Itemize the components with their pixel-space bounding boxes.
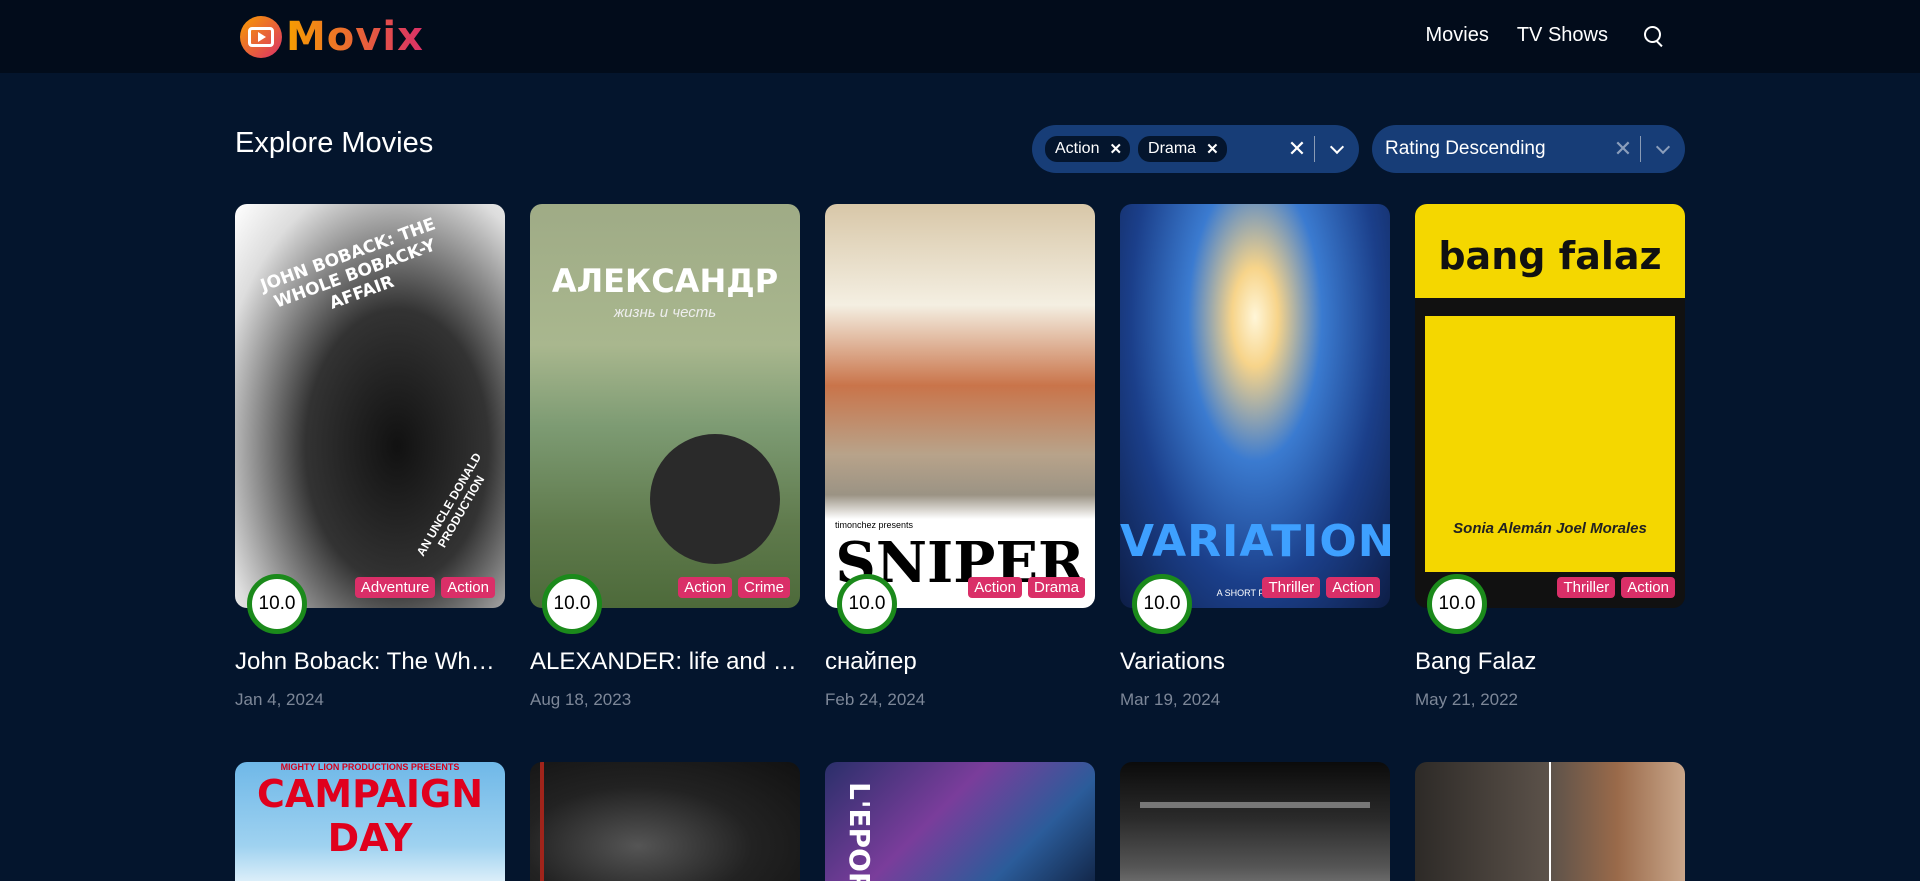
release-date: Feb 24, 2024 [825, 690, 926, 709]
remove-chip-icon[interactable]: ✕ [1206, 140, 1219, 158]
movie-title[interactable]: снайпер [825, 648, 1095, 676]
movie-poster[interactable]: JOHN BOBACK: THE WHOLE BOBACK-Y AFFAIR A… [235, 204, 505, 634]
poster-title: JOHN BOBACK: THE WHOLE BOBACK-Y AFFAIR [258, 214, 439, 314]
release-date: Mar 19, 2024 [1120, 690, 1221, 709]
poster-subtitle: жизнь и честь [613, 304, 717, 321]
poster-image: JOHN BOBACK: THE WHOLE BOBACK-Y AFFAIR A… [235, 204, 505, 608]
rating-value: 10.0 [258, 593, 296, 614]
poster-subtitle: MIGHTY LION PRODUCTIONS PRESENTS [280, 762, 460, 772]
movie-poster[interactable]: bang falaz Sonia Alemán Joel Morales Thr… [1415, 204, 1685, 634]
page-title: Explore Movies [235, 127, 434, 159]
release-date: Jan 4, 2024 [235, 690, 324, 709]
sort-filter[interactable]: Rating Descending ✕ [1372, 125, 1685, 173]
rating-circle: 10.0 [837, 574, 897, 634]
movie-card[interactable] [530, 762, 800, 881]
movie-card[interactable] [1415, 762, 1685, 881]
logo-text: Movix [286, 14, 424, 60]
poster-title: АЛЕКСАНДР [551, 262, 779, 300]
movie-poster[interactable]: timonchez presents SNIPER Action Drama 1… [825, 204, 1095, 634]
rating-circle: 10.0 [1427, 574, 1487, 634]
rating-circle: 10.0 [542, 574, 602, 634]
genre-tag: Thriller [1262, 577, 1321, 598]
genre-tag: Thriller [1557, 577, 1616, 598]
logo[interactable]: Movix [240, 14, 424, 60]
movie-card[interactable]: JOHN BOBACK: THE WHOLE BOBACK-Y AFFAIR A… [235, 204, 505, 709]
remove-chip-icon[interactable]: ✕ [1109, 140, 1122, 158]
rating-circle: 10.0 [247, 574, 307, 634]
genre-tag: Action [1621, 577, 1675, 598]
genre-tag: Adventure [354, 577, 436, 598]
movie-poster[interactable]: АЛЕКСАНДР жизнь и честь Action Crime 10.… [530, 204, 800, 634]
movie-card[interactable]: timonchez presents SNIPER Action Drama 1… [825, 204, 1095, 709]
nav-menu: Movies TV Shows [1425, 24, 1664, 47]
poster-subtitle: AN UNCLE DONALD PRODUCTION [413, 450, 488, 559]
genre-tag: Action [678, 577, 732, 598]
movie-card[interactable] [1120, 762, 1390, 881]
genre-tags: Thriller Action [1557, 577, 1675, 598]
release-date: Aug 18, 2023 [530, 690, 632, 709]
genre-tags: Adventure Action [354, 577, 495, 598]
genre-tag: Crime [738, 577, 790, 598]
nav-tv-shows[interactable]: TV Shows [1517, 24, 1608, 47]
rating-value: 10.0 [848, 593, 886, 614]
movie-card[interactable]: L'EPOP [825, 762, 1095, 881]
poster-image: timonchez presents SNIPER [825, 204, 1095, 608]
genre-tag: Drama [1027, 577, 1085, 598]
clear-icon[interactable]: ✕ [1280, 136, 1314, 162]
rating-value: 10.0 [1438, 593, 1476, 614]
genre-chip: Action ✕ [1045, 136, 1131, 162]
genre-chips: Action ✕ Drama ✕ [1032, 136, 1280, 162]
movie-card[interactable]: MIGHTY LION PRODUCTIONS PRESENTS CAMPAIG… [235, 762, 505, 881]
release-date: May 21, 2022 [1415, 690, 1519, 709]
rating-circle: 10.0 [1132, 574, 1192, 634]
genre-tag: Action [441, 577, 495, 598]
movie-title[interactable]: ALEXANDER: life and honor [530, 648, 800, 676]
movie-card[interactable]: АЛЕКСАНДР жизнь и честь Action Crime 10.… [530, 204, 800, 709]
genre-chip-label: Drama [1148, 140, 1197, 157]
chevron-down-icon[interactable] [1641, 125, 1685, 173]
genre-filter[interactable]: Action ✕ Drama ✕ ✕ [1032, 125, 1359, 173]
header: Movix Movies TV Shows [0, 0, 1920, 73]
poster-title: bang falaz [1438, 234, 1662, 278]
rating-value: 10.0 [553, 593, 591, 614]
movie-card[interactable]: VARIATIONS A SHORT FILM BY Thriller Acti… [1120, 204, 1390, 709]
poster-image: АЛЕКСАНДР жизнь и честь [530, 204, 800, 608]
genre-tags: Action Crime [678, 577, 790, 598]
genre-tag: Action [1326, 577, 1380, 598]
poster-image: VARIATIONS A SHORT FILM BY [1120, 204, 1390, 608]
genre-chip: Drama ✕ [1138, 136, 1227, 162]
movie-poster[interactable]: VARIATIONS A SHORT FILM BY Thriller Acti… [1120, 204, 1390, 634]
poster-title: L'EPOP [843, 782, 876, 881]
poster-title: VARIATIONS [1120, 516, 1390, 567]
genre-chip-label: Action [1055, 140, 1100, 157]
nav-movies[interactable]: Movies [1425, 24, 1488, 47]
poster-image: bang falaz Sonia Alemán Joel Morales [1415, 204, 1685, 608]
search-icon[interactable] [1644, 25, 1664, 46]
film-logo-icon [240, 16, 282, 58]
movie-title[interactable]: Variations [1120, 648, 1390, 676]
poster-subtitle: Sonia Alemán Joel Morales [1453, 520, 1647, 537]
sort-value: Rating Descending [1385, 138, 1546, 159]
genre-tags: Action Drama [968, 577, 1085, 598]
genre-tag: Action [968, 577, 1022, 598]
rating-value: 10.0 [1143, 593, 1181, 614]
genre-tags: Thriller Action [1262, 577, 1380, 598]
chevron-down-icon[interactable] [1315, 125, 1359, 173]
movie-card[interactable]: bang falaz Sonia Alemán Joel Morales Thr… [1415, 204, 1685, 709]
clear-icon[interactable]: ✕ [1606, 136, 1640, 162]
movie-title[interactable]: Bang Falaz [1415, 648, 1685, 676]
poster-title: CAMPAIGN DAY [256, 772, 483, 860]
poster-subtitle: timonchez presents [835, 520, 914, 530]
movie-title[interactable]: John Boback: The Whole Boback-y Affair [235, 648, 505, 676]
